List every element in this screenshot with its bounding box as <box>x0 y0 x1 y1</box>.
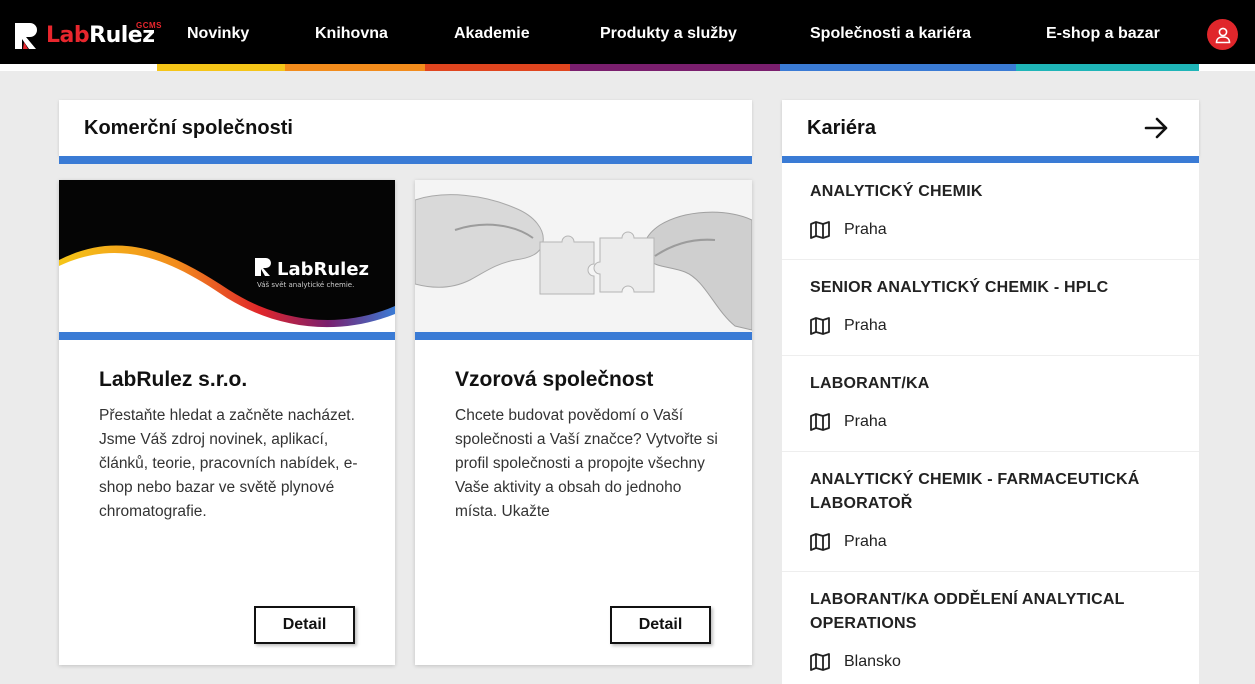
job-item[interactable]: SENIOR ANALYTICKÝ CHEMIK - HPLC Praha <box>782 260 1199 356</box>
nav-item-spolecnosti-a-kariera[interactable]: Společnosti a kariéra <box>810 25 971 43</box>
job-location: Praha <box>810 533 887 551</box>
stripe-segment-white-left <box>0 64 157 71</box>
job-location: Praha <box>810 317 887 335</box>
job-item[interactable]: LABORANT/KA ODDĚLENÍ ANALYTICAL OPERATIO… <box>782 572 1199 684</box>
stripe-segment-red <box>425 64 570 71</box>
map-icon <box>810 317 830 335</box>
career-heading: Kariéra <box>807 117 876 139</box>
job-item[interactable]: ANALYTICKÝ CHEMIK - FARMACEUTICKÁ LABORA… <box>782 452 1199 572</box>
labrulez-banner-image: LabRulez Váš svět analytické chemie. <box>59 180 395 332</box>
job-title: ANALYTICKÝ CHEMIK - FARMACEUTICKÁ LABORA… <box>810 471 1140 512</box>
map-icon <box>810 413 830 431</box>
nav-item-knihovna[interactable]: Knihovna <box>315 25 388 43</box>
job-location-label: Blansko <box>844 653 901 670</box>
companies-heading: Komerční společnosti <box>84 117 293 139</box>
career-list: ANALYTICKÝ CHEMIK Praha SENIOR ANALYTICK… <box>782 163 1199 684</box>
companies-header-bar <box>59 156 752 164</box>
stripe-segment-orange <box>285 64 425 71</box>
career-panel-header: Kariéra <box>782 100 1199 156</box>
job-location-label: Praha <box>844 221 887 238</box>
job-item[interactable]: ANALYTICKÝ CHEMIK Praha <box>782 163 1199 260</box>
stripe-segment-purple <box>570 64 780 71</box>
job-title: ANALYTICKÝ CHEMIK <box>810 183 983 200</box>
map-icon <box>810 533 830 551</box>
job-location-label: Praha <box>844 317 887 334</box>
nav-item-eshop-a-bazar[interactable]: E-shop a bazar <box>1046 25 1160 43</box>
labrulez-logo-icon <box>15 23 37 49</box>
job-title: LABORANT/KA ODDĚLENÍ ANALYTICAL OPERATIO… <box>810 591 1125 632</box>
card-description: Přestaňte hledat a začněte nacházet. Jsm… <box>99 407 358 520</box>
card-title: Vzorová společnost <box>455 368 654 391</box>
arrow-right-icon[interactable] <box>1144 116 1170 140</box>
nav-item-produkty-a-sluzby[interactable]: Produkty a služby <box>600 25 737 43</box>
top-navigation-bar: LabRulez GCMS Novinky Knihovna Akademie … <box>0 0 1255 64</box>
banner-logo-text: LabRulez <box>277 259 369 280</box>
stripe-segment-teal <box>1016 64 1199 71</box>
company-card-labrulez[interactable]: LabRulez Váš svět analytické chemie. Lab… <box>59 180 395 665</box>
labrulez-logo[interactable]: LabRulez GCMS <box>14 18 162 50</box>
job-location: Praha <box>810 413 887 431</box>
puzzle-hands-image <box>415 180 752 332</box>
card-description: Chcete budovat povědomí o Vaší společnos… <box>455 407 718 520</box>
job-title: LABORANT/KA <box>810 375 930 392</box>
job-location-label: Praha <box>844 533 887 550</box>
job-location: Blansko <box>810 653 901 671</box>
user-account-button[interactable] <box>1207 19 1238 50</box>
card-title: LabRulez s.r.o. <box>99 368 248 391</box>
job-location: Praha <box>810 221 887 239</box>
stripe-segment-yellow <box>157 64 285 71</box>
detail-button[interactable]: Detail <box>254 606 355 644</box>
companies-panel-header: Komerční společnosti <box>59 100 752 156</box>
map-icon <box>810 653 830 671</box>
brand-sub: GCMS <box>136 21 162 30</box>
nav-item-akademie[interactable]: Akademie <box>454 25 530 43</box>
user-icon <box>1215 27 1230 43</box>
stripe-segment-blue <box>780 64 1016 71</box>
detail-button[interactable]: Detail <box>610 606 711 644</box>
stripe-segment-white-right <box>1199 64 1255 71</box>
banner-logo-tagline: Váš svět analytické chemie. <box>257 281 354 289</box>
card-accent-bar <box>415 332 752 340</box>
job-item[interactable]: LABORANT/KA Praha <box>782 356 1199 452</box>
company-card-vzorova[interactable]: Vzorová společnost Chcete budovat povědo… <box>415 180 752 665</box>
job-title: SENIOR ANALYTICKÝ CHEMIK - HPLC <box>810 279 1109 296</box>
job-location-label: Praha <box>844 413 887 430</box>
nav-item-novinky[interactable]: Novinky <box>187 25 249 43</box>
card-accent-bar <box>59 332 395 340</box>
map-icon <box>810 221 830 239</box>
